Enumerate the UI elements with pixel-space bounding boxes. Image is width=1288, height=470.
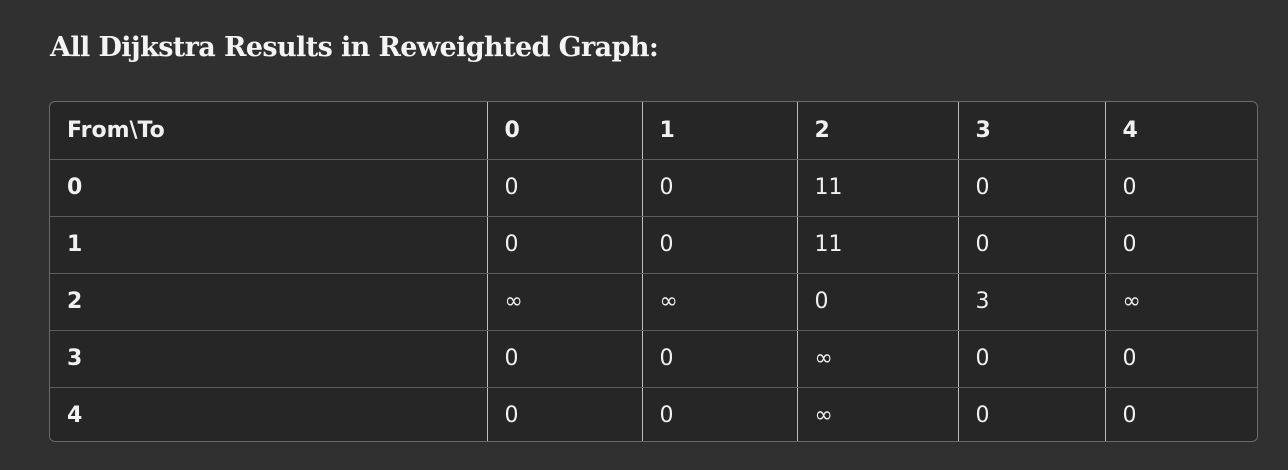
distance-table: From\To 0 1 2 3 4 0 0 0 11 0 0 1 0 0 11 [50,102,1257,441]
table-cell: 0 [487,330,643,388]
table-cell: 0 [487,159,643,217]
table-header-row: From\To 0 1 2 3 4 [50,102,1257,160]
table-cell: 0 [642,216,798,274]
table-cell: 0 [1105,159,1257,217]
table-cell: 0 [487,216,643,274]
row-header: 2 [50,273,488,331]
table-cell: 0 [958,330,1106,388]
table-cell: 0 [1105,330,1257,388]
table-cell: 0 [1122,403,1137,429]
table-cell: ∞ [1105,273,1257,331]
section-heading: All Dijkstra Results in Reweighted Graph… [50,32,659,63]
column-header: 1 [642,102,798,160]
row-header: 4 [50,387,488,441]
table-row: 3 0 0 ∞ 0 0 [50,330,1257,388]
distance-table-container: From\To 0 1 2 3 4 0 0 0 11 0 0 1 0 0 11 [49,101,1258,442]
table-cell: 0 [958,387,1106,441]
table-cell: 0 [958,216,1106,274]
table-cell: 0 [642,330,798,388]
column-header: 3 [958,102,1106,160]
table-cell: ∞ [487,273,643,331]
table-cell: 0 [797,273,959,331]
table-cell: ∞ [642,273,798,331]
table-row: 2 ∞ ∞ 0 3 ∞ [50,273,1257,331]
table-cell: 11 [797,216,959,274]
row-header: 1 [50,216,488,274]
column-header: 4 [1105,102,1257,160]
corner-header: From\To [50,102,488,160]
column-header: 0 [487,102,643,160]
table-cell: 0 [1105,216,1257,274]
table-cell: 0 [642,159,798,217]
table-cell: 0 [487,387,643,441]
table-row: 0 0 0 11 0 0 [50,159,1257,217]
row-header: 3 [50,330,488,388]
table-cell: 0 [642,387,798,441]
row-header: 0 [50,159,488,217]
table-cell: 11 [797,159,959,217]
table-row: 1 0 0 11 0 0 [50,216,1257,274]
table-row: 4 0 0 ∞ 0 0 [50,387,1257,441]
table-cell: ∞ [797,330,959,388]
table-cell: 3 [958,273,1106,331]
table-cell: 0 [958,159,1106,217]
column-header: 2 [797,102,959,160]
table-cell: ∞ [797,387,959,441]
